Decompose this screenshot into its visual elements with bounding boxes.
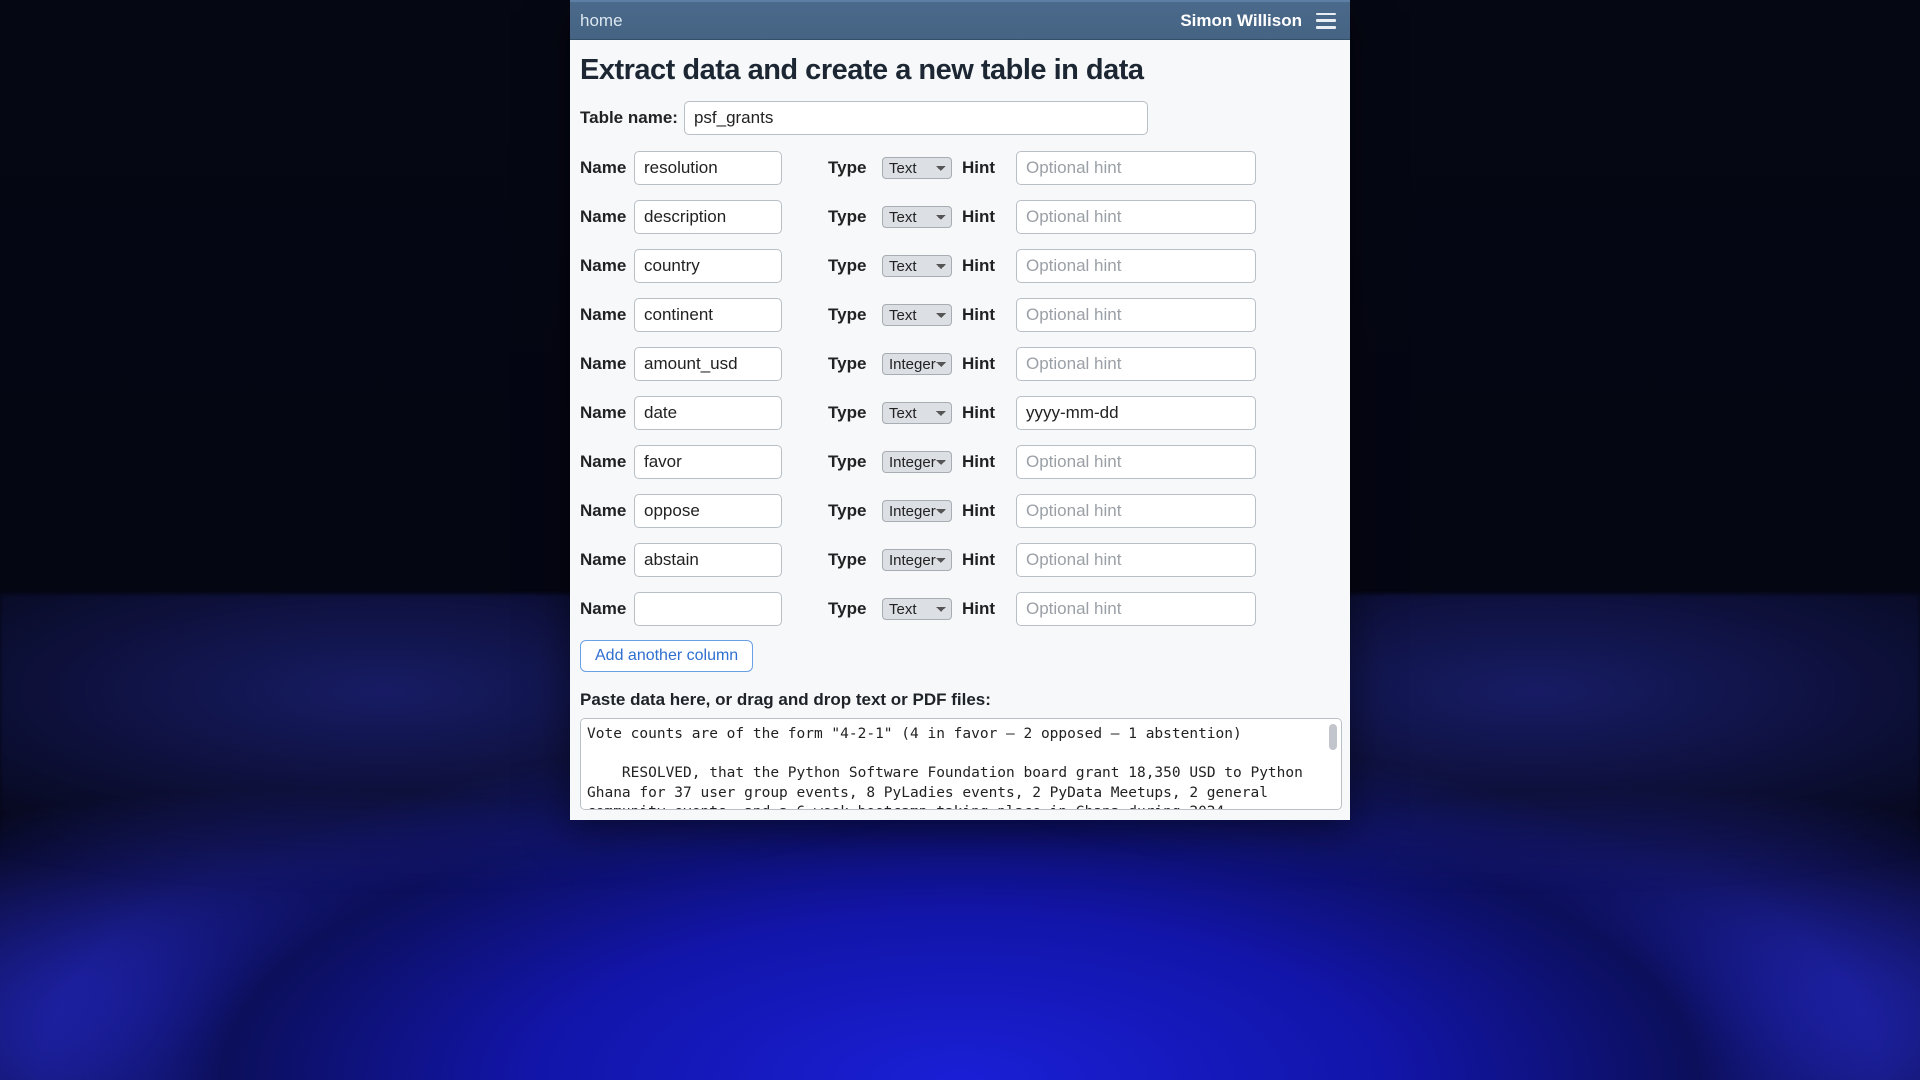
column-row: Name Type TextInteger Hint bbox=[580, 151, 1340, 185]
paste-area-wrap bbox=[580, 718, 1340, 815]
column-type-select[interactable]: TextInteger bbox=[882, 500, 952, 522]
table-name-label: Table name: bbox=[580, 108, 678, 128]
column-row: Name Type TextInteger Hint bbox=[580, 396, 1340, 430]
nav-left: home bbox=[580, 11, 623, 31]
column-hint-label: Hint bbox=[962, 599, 1010, 619]
column-row: Name Type TextInteger Hint bbox=[580, 445, 1340, 479]
paste-heading: Paste data here, or drag and drop text o… bbox=[580, 690, 1340, 710]
column-type-label: Type bbox=[828, 305, 876, 325]
column-type-label: Type bbox=[828, 158, 876, 178]
column-name-label: Name bbox=[580, 354, 628, 374]
column-type-select[interactable]: TextInteger bbox=[882, 353, 952, 375]
column-type-label: Type bbox=[828, 207, 876, 227]
column-type-label: Type bbox=[828, 354, 876, 374]
column-name-input[interactable] bbox=[634, 249, 782, 283]
column-type-select[interactable]: TextInteger bbox=[882, 549, 952, 571]
column-type-label: Type bbox=[828, 256, 876, 276]
column-type-label: Type bbox=[828, 550, 876, 570]
column-hint-label: Hint bbox=[962, 158, 1010, 178]
column-name-input[interactable] bbox=[634, 396, 782, 430]
column-hint-label: Hint bbox=[962, 403, 1010, 423]
columns-list: Name Type TextInteger Hint Name Type TextInteg… bbox=[580, 151, 1340, 626]
home-link[interactable]: home bbox=[580, 11, 623, 30]
column-row: Name Type TextInteger Hint bbox=[580, 200, 1340, 234]
column-hint-label: Hint bbox=[962, 452, 1010, 472]
column-name-input[interactable] bbox=[634, 543, 782, 577]
hamburger-icon[interactable] bbox=[1316, 13, 1336, 29]
column-row: Name Type TextInteger Hint bbox=[580, 347, 1340, 381]
column-hint-input[interactable] bbox=[1016, 445, 1256, 479]
add-another-column-button[interactable]: Add another column bbox=[580, 640, 753, 672]
column-row: Name Type TextInteger Hint bbox=[580, 249, 1340, 283]
top-nav: home Simon Willison bbox=[570, 0, 1350, 40]
column-type-label: Type bbox=[828, 403, 876, 423]
column-type-label: Type bbox=[828, 501, 876, 521]
column-row: Name Type TextInteger Hint bbox=[580, 592, 1340, 626]
column-name-label: Name bbox=[580, 207, 628, 227]
column-type-label: Type bbox=[828, 599, 876, 619]
table-name-input[interactable] bbox=[684, 101, 1148, 135]
column-row: Name Type TextInteger Hint bbox=[580, 543, 1340, 577]
column-type-select[interactable]: TextInteger bbox=[882, 451, 952, 473]
column-name-label: Name bbox=[580, 501, 628, 521]
column-name-label: Name bbox=[580, 256, 628, 276]
column-name-label: Name bbox=[580, 452, 628, 472]
column-row: Name Type TextInteger Hint bbox=[580, 298, 1340, 332]
column-name-input[interactable] bbox=[634, 151, 782, 185]
column-type-select[interactable]: TextInteger bbox=[882, 304, 952, 326]
column-hint-input[interactable] bbox=[1016, 249, 1256, 283]
column-name-label: Name bbox=[580, 403, 628, 423]
column-name-label: Name bbox=[580, 550, 628, 570]
column-hint-input[interactable] bbox=[1016, 396, 1256, 430]
table-name-row: Table name: bbox=[580, 101, 1340, 135]
column-hint-input[interactable] bbox=[1016, 543, 1256, 577]
column-hint-label: Hint bbox=[962, 501, 1010, 521]
page-content: Extract data and create a new table in d… bbox=[570, 40, 1350, 815]
column-row: Name Type TextInteger Hint bbox=[580, 494, 1340, 528]
column-name-label: Name bbox=[580, 305, 628, 325]
column-type-select[interactable]: TextInteger bbox=[882, 206, 952, 228]
column-name-label: Name bbox=[580, 158, 628, 178]
column-hint-label: Hint bbox=[962, 207, 1010, 227]
column-hint-input[interactable] bbox=[1016, 494, 1256, 528]
scrollbar-thumb[interactable] bbox=[1329, 724, 1337, 750]
column-type-select[interactable]: TextInteger bbox=[882, 598, 952, 620]
column-type-select[interactable]: TextInteger bbox=[882, 255, 952, 277]
column-name-label: Name bbox=[580, 599, 628, 619]
column-name-input[interactable] bbox=[634, 592, 782, 626]
column-hint-input[interactable] bbox=[1016, 347, 1256, 381]
column-name-input[interactable] bbox=[634, 494, 782, 528]
column-hint-label: Hint bbox=[962, 305, 1010, 325]
column-name-input[interactable] bbox=[634, 200, 782, 234]
column-hint-input[interactable] bbox=[1016, 200, 1256, 234]
column-name-input[interactable] bbox=[634, 445, 782, 479]
column-type-select[interactable]: TextInteger bbox=[882, 157, 952, 179]
column-hint-input[interactable] bbox=[1016, 592, 1256, 626]
column-name-input[interactable] bbox=[634, 347, 782, 381]
column-hint-label: Hint bbox=[962, 256, 1010, 276]
column-type-select[interactable]: TextInteger bbox=[882, 402, 952, 424]
app-window: home Simon Willison Extract data and cre… bbox=[570, 0, 1350, 820]
column-name-input[interactable] bbox=[634, 298, 782, 332]
column-type-label: Type bbox=[828, 452, 876, 472]
nav-right: Simon Willison bbox=[1180, 11, 1336, 31]
column-hint-label: Hint bbox=[962, 354, 1010, 374]
column-hint-label: Hint bbox=[962, 550, 1010, 570]
column-hint-input[interactable] bbox=[1016, 298, 1256, 332]
user-name: Simon Willison bbox=[1180, 11, 1302, 31]
paste-textarea[interactable] bbox=[580, 718, 1342, 810]
column-hint-input[interactable] bbox=[1016, 151, 1256, 185]
page-title: Extract data and create a new table in d… bbox=[580, 54, 1340, 87]
